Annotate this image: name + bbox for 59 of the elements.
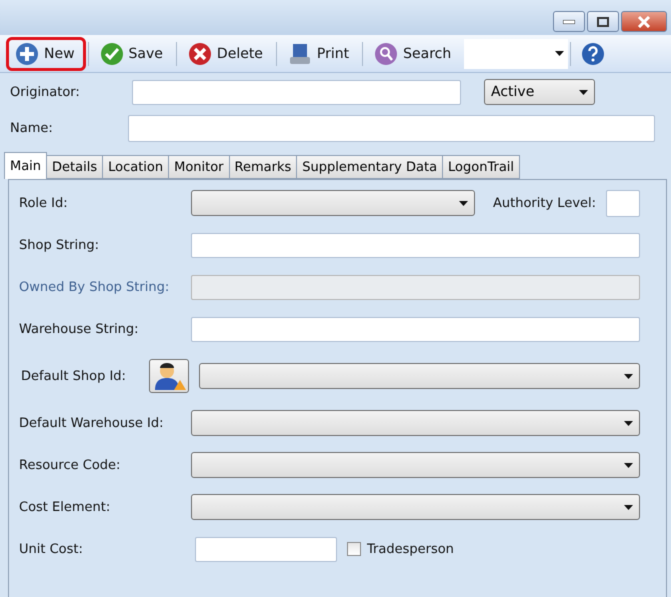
- checkbox-label: Tradesperson: [367, 542, 454, 556]
- dropdown[interactable]: [191, 452, 640, 478]
- field-label: Authority Level:: [493, 196, 596, 210]
- plus-icon: [15, 42, 39, 66]
- dropdown[interactable]: [199, 363, 640, 389]
- field-label: Default Warehouse Id:: [19, 416, 164, 430]
- caret-icon: [624, 462, 633, 468]
- tab[interactable]: Details: [46, 155, 104, 179]
- text-field[interactable]: [191, 232, 640, 258]
- tab[interactable]: Location: [102, 155, 170, 179]
- field-label: Owned By Shop String:: [19, 280, 170, 294]
- x-circle-icon: [188, 42, 212, 66]
- print-button[interactable]: Print: [278, 36, 360, 70]
- new-button[interactable]: New: [6, 36, 86, 70]
- tab[interactable]: Main: [4, 152, 48, 179]
- text-field[interactable]: [191, 316, 640, 342]
- field-label: Originator:: [10, 84, 81, 100]
- minimize-button[interactable]: [553, 11, 585, 32]
- authority-level-field[interactable]: [606, 190, 640, 216]
- magnifier-icon: [374, 42, 398, 66]
- name-field[interactable]: [128, 115, 655, 142]
- field-label: Shop String:: [19, 238, 100, 252]
- printer-icon: [288, 42, 312, 66]
- dropdown[interactable]: [191, 494, 640, 520]
- checkmark-icon: [100, 42, 124, 66]
- tab[interactable]: Monitor: [168, 155, 230, 179]
- minimize-icon: [563, 20, 575, 24]
- text-field[interactable]: [195, 536, 337, 562]
- field-label: Name:: [10, 121, 54, 136]
- originator-field[interactable]: [132, 80, 461, 104]
- field-label: Role Id:: [19, 196, 68, 210]
- field-label: Warehouse String:: [19, 322, 139, 336]
- caret-icon: [624, 420, 633, 426]
- close-icon: [637, 16, 651, 28]
- tab[interactable]: LogonTrail: [442, 155, 520, 179]
- help-icon: [581, 42, 606, 66]
- field-label: Default Shop Id:: [21, 368, 126, 384]
- caret-icon: [624, 504, 633, 510]
- checkbox[interactable]: [347, 542, 361, 556]
- field-label: Resource Code:: [19, 458, 120, 472]
- field-label: Unit Cost:: [19, 542, 83, 556]
- caret-icon: [579, 90, 588, 94]
- caret-icon: [624, 374, 633, 378]
- dropdown[interactable]: [191, 410, 640, 436]
- save-button[interactable]: Save: [90, 36, 174, 70]
- lookup-button[interactable]: [149, 359, 189, 393]
- maximize-icon: [597, 16, 609, 26]
- tab[interactable]: Supplementary Data: [296, 155, 444, 179]
- maximize-button[interactable]: [587, 11, 619, 32]
- delete-button[interactable]: Delete: [178, 36, 274, 70]
- dropdown[interactable]: [191, 190, 475, 216]
- search-button[interactable]: Search: [365, 36, 462, 70]
- caret-icon: [459, 200, 468, 206]
- person-icon: [152, 362, 186, 390]
- caret-icon: [555, 51, 564, 56]
- tab[interactable]: Remarks: [228, 155, 298, 179]
- field-label: Cost Element:: [19, 500, 110, 514]
- status-dropdown[interactable]: Active: [484, 79, 595, 105]
- close-button[interactable]: [621, 11, 667, 32]
